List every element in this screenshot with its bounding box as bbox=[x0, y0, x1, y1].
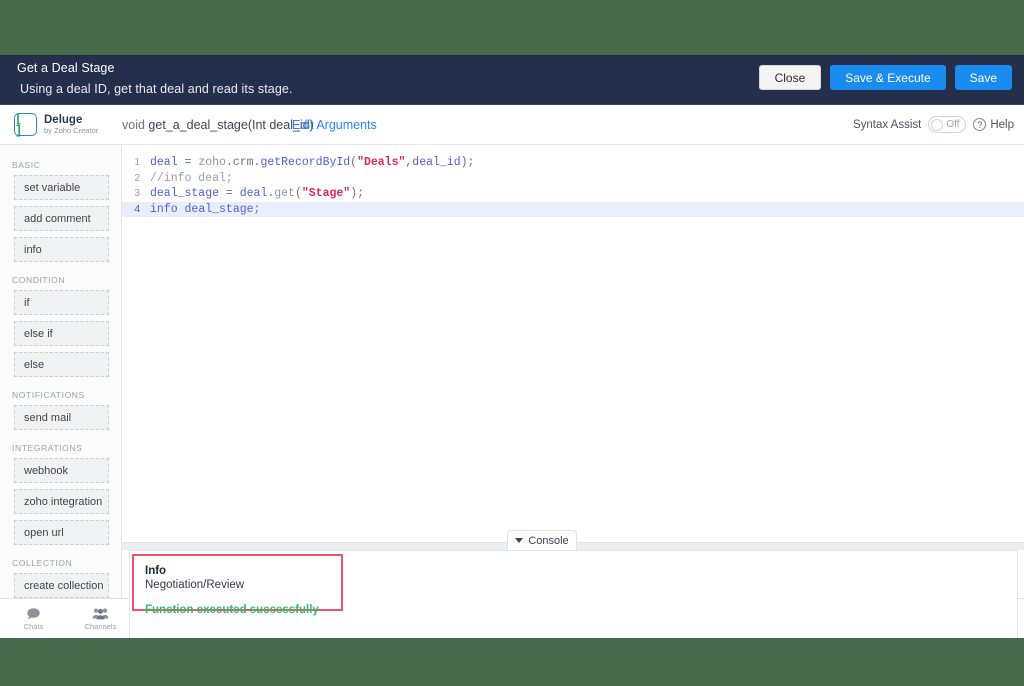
save-and-execute-button[interactable]: Save & Execute bbox=[830, 65, 945, 90]
line-number: 4 bbox=[122, 204, 150, 215]
save-button[interactable]: Save bbox=[955, 65, 1012, 90]
code-line[interactable]: 2//info deal; bbox=[122, 171, 1024, 187]
window-header: Get a Deal Stage Using a deal ID, get th… bbox=[0, 55, 1024, 105]
console-info-value: Negotiation/Review bbox=[145, 578, 341, 593]
code-token: deal bbox=[150, 156, 185, 169]
code-token: = bbox=[226, 187, 240, 200]
syntax-assist-toggle[interactable]: Off bbox=[928, 116, 966, 133]
deluge-logo-icon: [ ] bbox=[14, 113, 37, 136]
chat-tab-chats[interactable]: Chats bbox=[0, 599, 67, 638]
code-token: info bbox=[150, 203, 185, 216]
group-icon bbox=[92, 607, 109, 620]
code-token: getRecordById bbox=[260, 156, 350, 169]
function-return-type: void bbox=[122, 118, 145, 132]
chevron-down-icon bbox=[515, 538, 523, 543]
snippet-palette[interactable]: BASICset variable add comment info CONDITIO… bbox=[0, 145, 122, 598]
edit-arguments-link[interactable]: Edit Arguments bbox=[292, 118, 377, 132]
palette-item[interactable]: info bbox=[14, 237, 109, 262]
console-tab-label: Console bbox=[528, 535, 568, 547]
code-text: deal = zoho.crm.getRecordById("Deals",de… bbox=[150, 156, 474, 169]
palette-group-label: NOTIFICATIONS bbox=[0, 383, 121, 405]
palette-item[interactable]: zoho integration bbox=[14, 489, 109, 514]
palette-group-label: COLLECTION bbox=[0, 551, 121, 573]
code-text: //info deal; bbox=[150, 172, 233, 185]
palette-group-label: BASIC bbox=[0, 153, 121, 175]
code-token: //info deal; bbox=[150, 172, 233, 185]
editor-top-padding bbox=[122, 145, 1024, 155]
console-status-message: Function executed successfully bbox=[145, 604, 341, 616]
console-info-label: Info bbox=[145, 564, 341, 578]
chat-tab-chats-label: Chats bbox=[24, 622, 44, 631]
header-actions: Close Save & Execute Save bbox=[759, 65, 1012, 90]
chat-tab-channels-label: Channels bbox=[85, 622, 117, 631]
code-token: zoho bbox=[198, 156, 226, 169]
code-token: ; bbox=[254, 203, 261, 216]
chat-tab-channels[interactable]: Channels bbox=[67, 599, 134, 638]
code-editor[interactable]: 1deal = zoho.crm.getRecordById("Deals",d… bbox=[122, 145, 1024, 530]
code-token: "Deals" bbox=[357, 156, 405, 169]
palette-item[interactable]: open url bbox=[14, 520, 109, 545]
code-token: deal bbox=[240, 187, 268, 200]
code-line[interactable]: 4info deal_stage; bbox=[122, 202, 1024, 218]
code-token: deal_stage bbox=[150, 187, 226, 200]
code-token: deal_stage bbox=[185, 203, 254, 216]
syntax-assist-state: Off bbox=[946, 119, 959, 130]
code-token: get bbox=[274, 187, 295, 200]
function-signature: void get_a_deal_stage(Int deal_id) bbox=[122, 118, 314, 132]
help-button[interactable]: ? Help bbox=[973, 118, 1014, 131]
palette-item[interactable]: set variable bbox=[14, 175, 109, 200]
code-token: "Stage" bbox=[302, 187, 350, 200]
palette-item[interactable]: else bbox=[14, 352, 109, 377]
code-text: info deal_stage; bbox=[150, 203, 260, 216]
page-title: Get a Deal Stage bbox=[17, 61, 115, 75]
console-output-highlight: Info Negotiation/Review Function execute… bbox=[132, 554, 343, 611]
code-token: ); bbox=[461, 156, 475, 169]
toggle-knob-icon bbox=[931, 119, 943, 131]
palette-item[interactable]: send mail bbox=[14, 405, 109, 430]
line-number: 3 bbox=[122, 188, 150, 199]
palette-item[interactable]: create collection bbox=[14, 573, 109, 598]
palette-item[interactable]: if bbox=[14, 290, 109, 315]
palette-group-label: INTEGRATIONS bbox=[0, 436, 121, 458]
deluge-logo: [ ] Deluge by Zoho Creator bbox=[14, 113, 98, 136]
line-number: 1 bbox=[122, 157, 150, 168]
deluge-editor-window: Get a Deal Stage Using a deal ID, get th… bbox=[0, 55, 1024, 638]
console-tab[interactable]: Console bbox=[507, 530, 577, 550]
code-line[interactable]: 3deal_stage = deal.get("Stage"); bbox=[122, 186, 1024, 202]
palette-item[interactable]: webhook bbox=[14, 458, 109, 483]
palette-item[interactable]: add comment bbox=[14, 206, 109, 231]
code-text: deal_stage = deal.get("Stage"); bbox=[150, 187, 364, 200]
code-token: ( bbox=[295, 187, 302, 200]
syntax-assist-label: Syntax Assist bbox=[853, 119, 921, 131]
editor-body: BASICset variable add comment info CONDITIO… bbox=[0, 145, 1024, 598]
deluge-logo-name: Deluge bbox=[44, 114, 98, 126]
deluge-toolbar: [ ] Deluge by Zoho Creator void get_a_de… bbox=[0, 105, 1024, 145]
question-mark-icon: ? bbox=[973, 118, 986, 131]
code-token: ); bbox=[350, 187, 364, 200]
code-token: = bbox=[185, 156, 199, 169]
function-name-and-args: get_a_deal_stage(Int deal_id) bbox=[148, 118, 313, 132]
code-token: .crm. bbox=[226, 156, 261, 169]
toolbar-right-controls: Syntax Assist Off ? Help bbox=[853, 116, 1014, 133]
code-line[interactable]: 1deal = zoho.crm.getRecordById("Deals",d… bbox=[122, 155, 1024, 171]
line-number: 2 bbox=[122, 173, 150, 184]
page-subtitle: Using a deal ID, get that deal and read … bbox=[20, 82, 293, 96]
console-panel: Info Negotiation/Review Function execute… bbox=[129, 550, 1018, 638]
help-label: Help bbox=[990, 119, 1014, 131]
palette-item[interactable]: else if bbox=[14, 321, 109, 346]
chat-bubble-icon bbox=[26, 607, 41, 620]
palette-group-label: CONDITION bbox=[0, 268, 121, 290]
close-button[interactable]: Close bbox=[759, 65, 822, 90]
deluge-logo-tagline: by Zoho Creator bbox=[44, 126, 98, 136]
code-token: deal_id bbox=[412, 156, 460, 169]
